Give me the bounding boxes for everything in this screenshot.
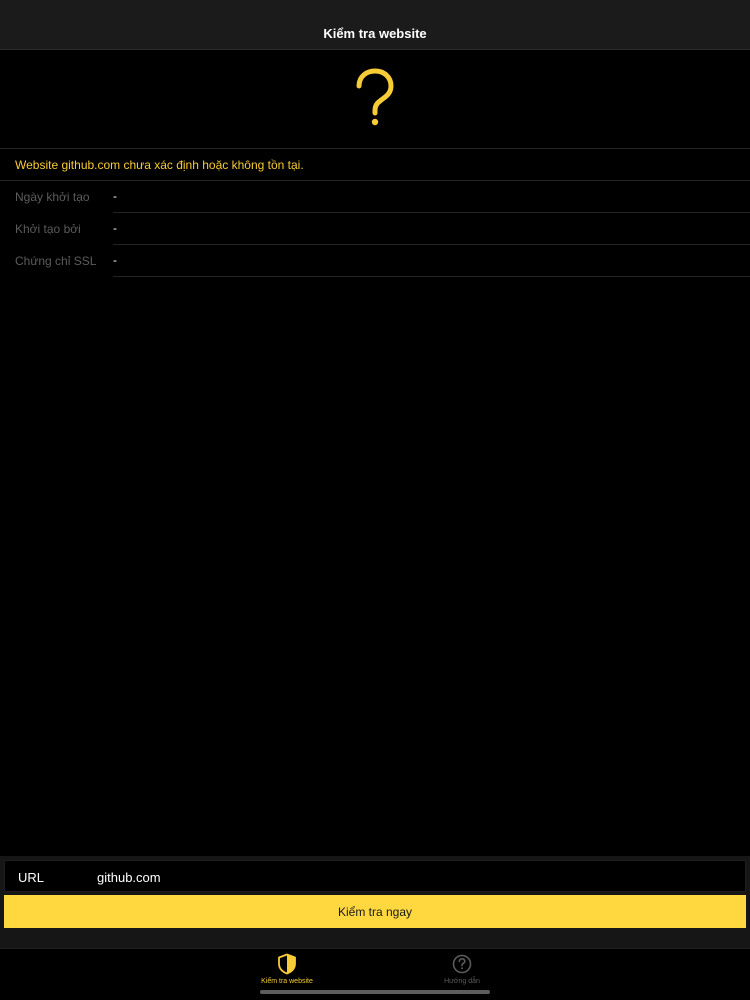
info-row-created-by: Khởi tạo bởi - — [0, 213, 750, 245]
info-value: - — [113, 189, 117, 203]
info-value: - — [113, 221, 117, 235]
home-indicator — [260, 990, 490, 994]
check-form: URL Kiểm tra ngay — [0, 856, 750, 948]
tab-label: Hướng dẫn — [444, 978, 480, 985]
help-circle-icon — [452, 954, 472, 974]
divider — [113, 276, 750, 277]
check-now-button[interactable]: Kiểm tra ngay — [4, 895, 746, 928]
info-row-ssl: Chứng chỉ SSL - — [0, 245, 750, 277]
result-panel: Website github.com chưa xác định hoặc kh… — [0, 148, 750, 277]
url-row: URL — [4, 860, 746, 892]
info-row-created-date: Ngày khởi tạo - — [0, 181, 750, 213]
tab-guide[interactable]: Hướng dẫn — [402, 953, 522, 989]
info-label: Ngày khởi tạo — [15, 190, 90, 204]
url-input[interactable] — [97, 865, 737, 889]
result-message: Website github.com chưa xác định hoặc kh… — [0, 148, 750, 181]
url-label: URL — [18, 870, 45, 885]
tab-check-website[interactable]: Kiểm tra website — [227, 953, 347, 989]
question-mark-icon — [320, 64, 430, 132]
status-bar — [0, 0, 750, 18]
page-title: Kiểm tra website — [323, 26, 427, 41]
tab-label: Kiểm tra website — [261, 978, 313, 985]
info-label: Khởi tạo bởi — [15, 222, 81, 236]
info-label: Chứng chỉ SSL — [15, 254, 97, 268]
info-value: - — [113, 253, 117, 267]
shield-icon — [278, 953, 296, 975]
nav-bar: Kiểm tra website — [0, 18, 750, 50]
